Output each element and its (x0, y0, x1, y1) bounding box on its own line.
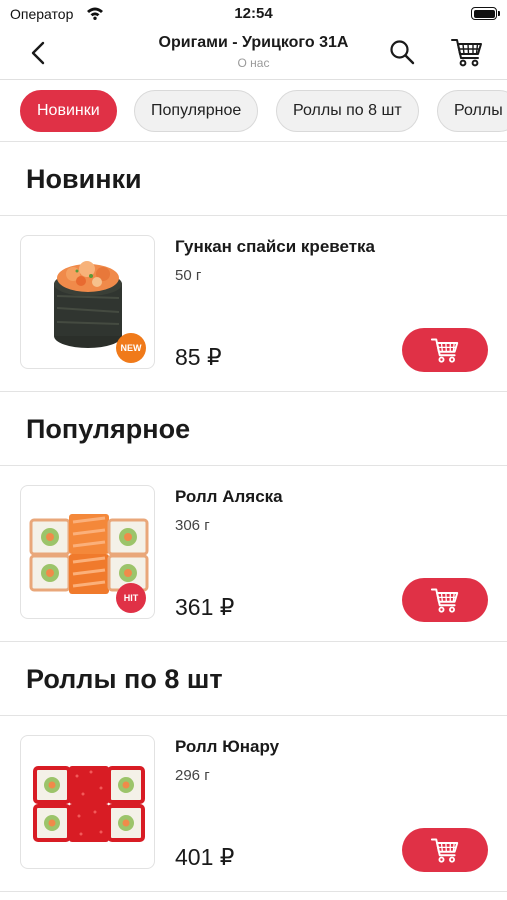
tab-rolly-po-8-sht[interactable]: Роллы по 8 шт (276, 90, 419, 132)
new-badge: NEW (116, 333, 146, 363)
cart-icon (430, 338, 459, 363)
product-price: 361 ₽ (175, 594, 235, 620)
status-bar: Оператор 12:54 (0, 0, 507, 28)
section-header-rolly-po-8-sht: Роллы по 8 шт (0, 642, 507, 716)
product-price: 401 ₽ (175, 844, 235, 870)
status-time: 12:54 (234, 5, 273, 22)
cart-icon (430, 588, 459, 613)
back-chevron-icon[interactable] (24, 38, 54, 68)
add-to-cart-button[interactable] (402, 328, 488, 372)
section-header-populyarnoe: Популярное (0, 392, 507, 466)
add-to-cart-button[interactable] (402, 828, 488, 872)
section-title: Популярное (26, 414, 191, 444)
cart-icon (430, 838, 459, 863)
product-card[interactable]: Ролл Юнару 296 г 401 ₽ (0, 716, 507, 892)
add-to-cart-button[interactable] (402, 578, 488, 622)
search-icon[interactable] (388, 38, 416, 66)
product-image[interactable]: NEW (20, 235, 155, 369)
product-price: 85 ₽ (175, 344, 222, 370)
tab-rolly[interactable]: Роллы (437, 90, 507, 132)
category-tabs: Новинки Популярное Роллы по 8 шт Роллы (0, 80, 507, 142)
nav-title-block[interactable]: Оригами - Урицкого 31А О нас (120, 34, 387, 70)
nav-bar: Оригами - Урицкого 31А О нас (0, 28, 507, 80)
hit-badge: HIT (116, 583, 146, 613)
about-link[interactable]: О нас (120, 56, 387, 70)
product-image[interactable]: HIT (20, 485, 155, 619)
product-name[interactable]: Ролл Аляска (175, 487, 283, 507)
product-name[interactable]: Гункан спайси креветка (175, 237, 375, 257)
product-card[interactable]: NEW Гункан спайси креветка 50 г 85 ₽ (0, 216, 507, 392)
tab-populyarnoe[interactable]: Популярное (134, 90, 259, 132)
product-card[interactable]: HIT Ролл Аляска 306 г 361 ₽ (0, 466, 507, 642)
product-weight: 50 г (175, 267, 202, 284)
section-title: Новинки (26, 164, 142, 194)
page-title: Оригами - Урицкого 31А (158, 34, 349, 51)
product-weight: 296 г (175, 767, 210, 784)
section-title: Роллы по 8 шт (26, 664, 223, 694)
product-image[interactable] (20, 735, 155, 869)
product-weight: 306 г (175, 517, 210, 534)
cart-icon[interactable] (450, 36, 484, 68)
battery-icon (471, 7, 500, 20)
tab-novinki[interactable]: Новинки (20, 90, 117, 132)
product-name[interactable]: Ролл Юнару (175, 737, 279, 757)
section-header-novinki: Новинки (0, 142, 507, 216)
